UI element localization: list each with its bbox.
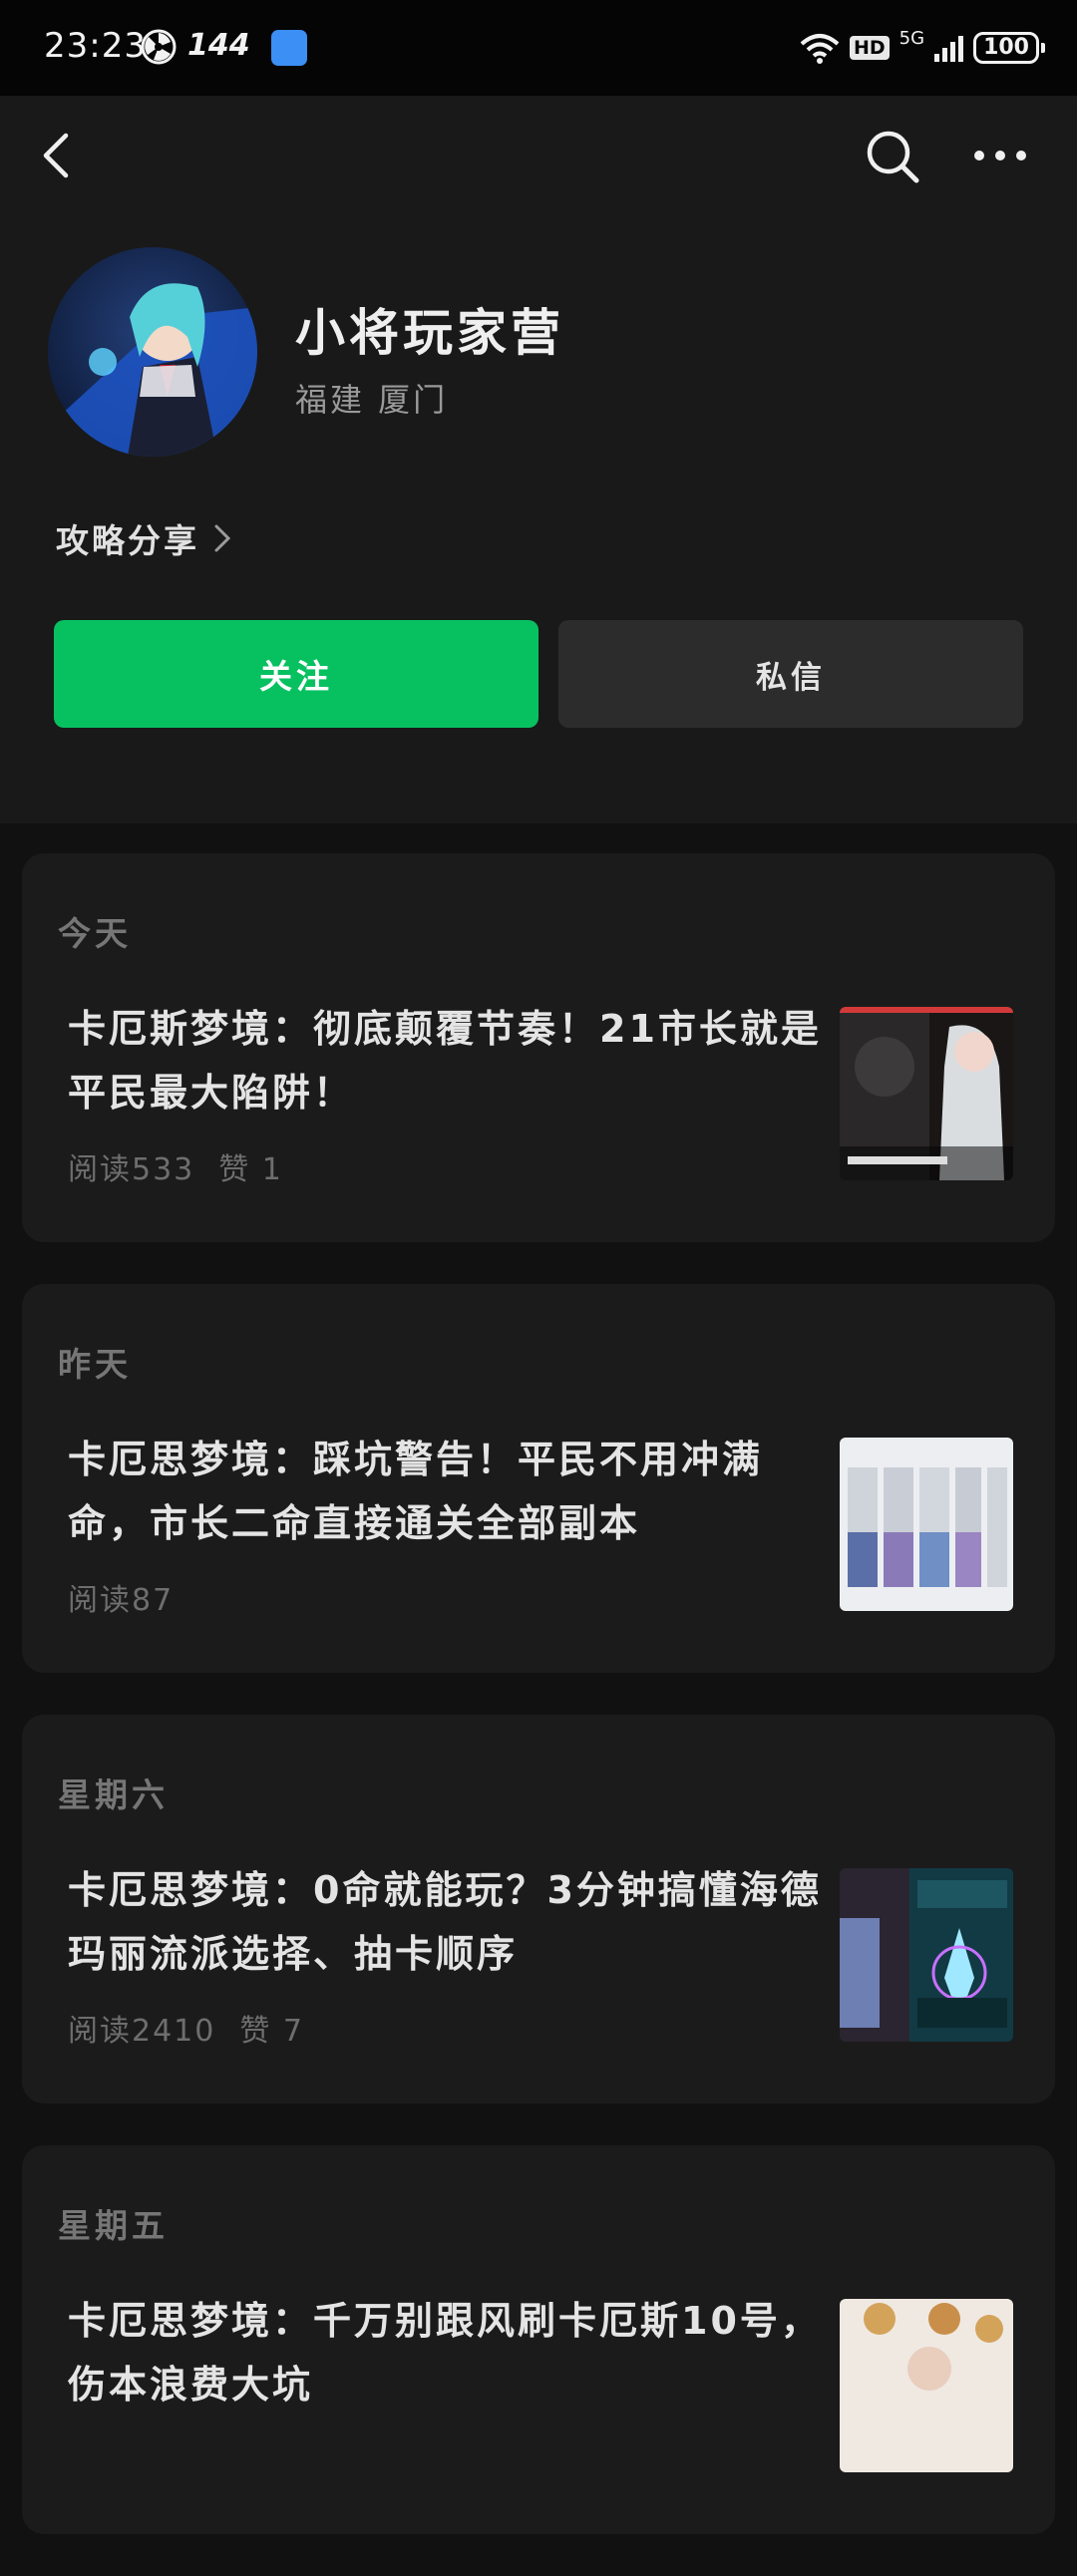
status-right: HD 5G 100 <box>800 26 1045 70</box>
profile-header: 小将玩家营 福建 厦门 攻略分享 关注 私信 <box>0 225 1077 823</box>
wifi-icon <box>800 34 840 64</box>
battery-indicator: 100 <box>973 32 1045 64</box>
article-day: 星期五 <box>58 2206 169 2245</box>
message-button[interactable]: 私信 <box>558 620 1023 728</box>
signal-icon <box>934 34 964 62</box>
profile-name: 小将玩家营 <box>295 304 564 362</box>
fan-icon <box>141 29 177 65</box>
article-stats: 阅读533 赞 1 <box>68 1144 283 1188</box>
article-thumbnail <box>840 1007 1013 1180</box>
article-feed: 今天 卡厄斯梦境：彻底颠覆节奏！21市长就是平民最大陷阱！ 阅读533 赞 1 … <box>22 853 1055 2576</box>
follow-button[interactable]: 关注 <box>54 620 538 728</box>
article-reads: 阅读533 <box>68 1152 195 1187</box>
article-title: 卡厄思梦境：0命就能玩？3分钟搞懂海德玛丽流派选择、抽卡顺序 <box>68 1868 822 1976</box>
article-reads: 阅读2410 <box>68 2014 216 2049</box>
profile-category-label: 攻略分享 <box>56 521 199 560</box>
article-card[interactable]: 星期六 卡厄思梦境：0命就能玩？3分钟搞懂海德玛丽流派选择、抽卡顺序 阅读241… <box>22 1715 1055 2103</box>
article-title: 卡厄斯梦境：彻底颠覆节奏！21市长就是平民最大陷阱！ <box>68 1007 822 1115</box>
article-title: 卡厄思梦境：千万别跟风刷卡厄斯10号，伤本浪费大坑 <box>68 2299 822 2407</box>
article-card[interactable]: 昨天 卡厄思梦境：踩坑警告！平民不用冲满命，市长二命直接通关全部副本 阅读87 <box>22 1284 1055 1673</box>
article-card[interactable]: 今天 卡厄斯梦境：彻底颠覆节奏！21市长就是平民最大陷阱！ 阅读533 赞 1 <box>22 853 1055 1242</box>
article-stats: 阅读2410 赞 7 <box>68 2006 304 2050</box>
hd-badge: HD <box>849 36 890 60</box>
article-likes: 赞 7 <box>239 2014 304 2049</box>
profile-category[interactable]: 攻略分享 <box>56 514 231 562</box>
status-bar: 23:23 144 HD 5G 100 <box>0 0 1077 96</box>
notification-app-icon <box>271 30 307 66</box>
article-day: 今天 <box>58 914 132 953</box>
article-card[interactable]: 星期五 卡厄思梦境：千万别跟风刷卡厄斯10号，伤本浪费大坑 <box>22 2145 1055 2534</box>
back-icon[interactable] <box>32 130 84 181</box>
avatar[interactable] <box>48 247 257 457</box>
more-icon[interactable] <box>971 136 1029 175</box>
top-nav <box>0 96 1077 225</box>
search-icon[interactable] <box>864 128 921 185</box>
article-thumbnail <box>840 1438 1013 1611</box>
article-day: 昨天 <box>58 1345 132 1384</box>
status-time: 23:23 <box>44 26 147 66</box>
network-type: 5G <box>898 28 925 49</box>
refresh-rate: 144 <box>187 28 250 63</box>
article-likes: 赞 1 <box>218 1152 283 1187</box>
article-day: 星期六 <box>58 1775 169 1814</box>
profile-location: 福建 厦门 <box>295 381 449 419</box>
article-title: 卡厄思梦境：踩坑警告！平民不用冲满命，市长二命直接通关全部副本 <box>68 1438 764 1545</box>
article-reads: 阅读87 <box>68 1583 175 1618</box>
chevron-right-icon <box>214 524 231 552</box>
article-stats: 阅读87 <box>68 1575 174 1619</box>
article-thumbnail <box>840 1868 1013 2042</box>
article-thumbnail <box>840 2299 1013 2472</box>
